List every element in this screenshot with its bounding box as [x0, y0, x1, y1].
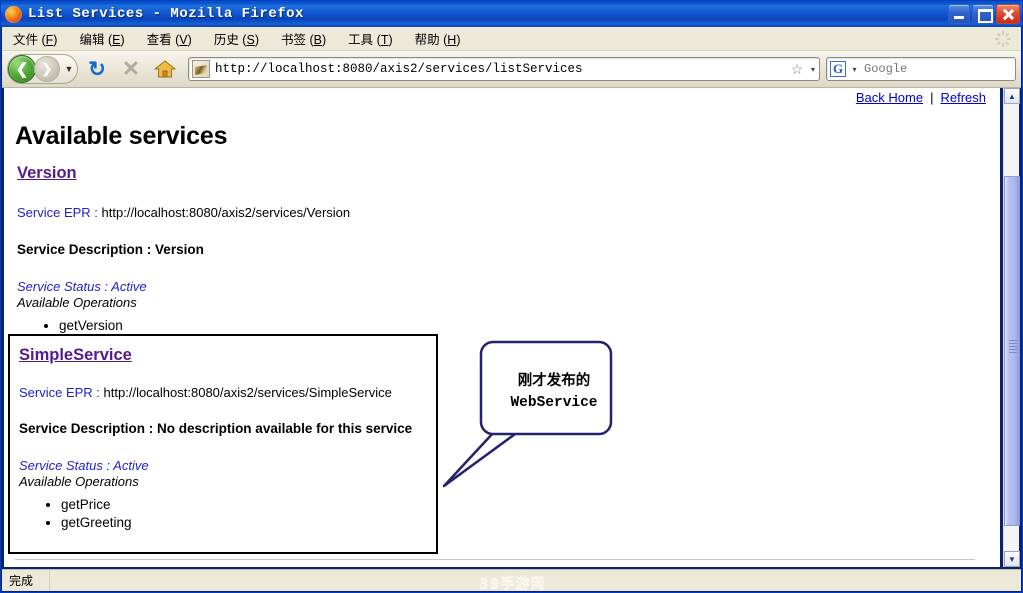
service-epr-simpleservice: Service EPR : http://localhost:8080/axis… [19, 385, 436, 400]
service-description-simpleservice: Service Description : No description ava… [19, 421, 413, 436]
page-favicon-icon [192, 60, 210, 78]
back-arrow-icon[interactable]: ❮ [8, 55, 36, 83]
status-text: 完成 [2, 570, 51, 591]
list-item: getVersion [59, 317, 617, 335]
search-bar[interactable]: G ▾ [826, 57, 1023, 81]
list-item: getGreeting [61, 514, 436, 532]
loading-throbber-icon [995, 30, 1011, 47]
menu-label: 文件 [13, 32, 39, 47]
menu-item-view[interactable]: 查看 (V) [136, 27, 203, 50]
url-input[interactable]: http://localhost:8080/axis2/services/lis… [215, 62, 787, 76]
maximize-button[interactable] [972, 4, 994, 24]
back-home-link[interactable]: Back Home [856, 90, 923, 105]
menu-label: 帮助 [414, 32, 440, 47]
chevron-down-icon[interactable]: ▾ [807, 65, 819, 74]
reload-icon[interactable]: ↻ [82, 54, 112, 84]
firefox-logo-icon [5, 5, 22, 23]
menu-item-bookmarks[interactable]: 书签 (B) [270, 27, 337, 50]
service-epr-label: Service EPR : [17, 205, 98, 220]
menu-accesskey: E [112, 33, 121, 47]
page-top-links: Back Home | Refresh [856, 90, 986, 105]
search-magnifier-icon[interactable] [1018, 60, 1023, 78]
stop-icon[interactable]: ✕ [116, 54, 146, 84]
menu-accesskey: H [447, 33, 457, 47]
service-epr-version: Service EPR : http://localhost:8080/axis… [17, 205, 617, 220]
watermark-text: 39手游网 [479, 576, 546, 592]
service-epr-url: http://localhost:8080/axis2/services/Sim… [103, 385, 392, 400]
menu-item-help[interactable]: 帮助 (H) [404, 27, 472, 50]
navigation-toolbar: ❮ ❯ ▼ ↻ ✕ http://localhost:8080/axis2/se… [2, 51, 1023, 88]
service-link-version[interactable]: Version [17, 164, 77, 183]
annotation-text: 刚才发布的 WebService [494, 370, 614, 414]
menu-accesskey: V [179, 33, 188, 47]
page-divider [15, 559, 975, 560]
menu-label: 查看 [146, 32, 172, 47]
available-operations-label-version: Available Operations [17, 295, 137, 310]
menu-accesskey: S [246, 33, 255, 47]
menu-accesskey: B [313, 33, 322, 47]
service-description-version: Service Description : Version [17, 242, 204, 257]
menu-label: 编辑 [79, 32, 105, 47]
close-button[interactable] [996, 4, 1020, 24]
service-status-simpleservice: Service Status : Active [19, 458, 149, 473]
service-status-version: Service Status : Active [17, 279, 147, 294]
annotation-line-1: 刚才发布的 [517, 373, 591, 389]
menu-item-tools[interactable]: 工具 (T) [337, 27, 403, 50]
annotation-callout: 刚才发布的 WebService [436, 338, 636, 498]
annotation-line-2: WebService [510, 395, 598, 411]
chevron-down-icon[interactable]: ▾ [849, 65, 860, 74]
menu-label: 工具 [348, 32, 374, 47]
home-icon[interactable] [150, 54, 180, 84]
operations-list-simpleservice: getPrice getGreeting [19, 496, 436, 532]
service-epr-label: Service EPR : [19, 385, 100, 400]
available-operations-label-simpleservice: Available Operations [19, 474, 139, 489]
scroll-down-arrow-icon[interactable]: ▼ [1004, 551, 1020, 567]
search-input[interactable] [860, 61, 1018, 77]
back-forward-group: ❮ ❯ ▼ [7, 54, 78, 84]
page-content: Back Home | Refresh Available services Ver… [4, 88, 1000, 567]
operations-list-version: getVersion [17, 317, 617, 335]
title-bar: List Services - Mozilla Firefox [1, 1, 1022, 27]
url-bar[interactable]: http://localhost:8080/axis2/services/lis… [188, 57, 820, 81]
google-engine-icon[interactable]: G [830, 61, 846, 77]
scroll-up-arrow-icon[interactable]: ▲ [1004, 88, 1020, 104]
menu-item-file[interactable]: 文件 (F) [2, 27, 68, 50]
service-block-simpleservice: SimpleService Service EPR : http://local… [8, 334, 438, 554]
menu-label: 历史 [213, 32, 239, 47]
link-separator: | [930, 90, 934, 105]
service-block-version: Version Service EPR : http://localhost:8… [17, 164, 617, 335]
status-bar: 完成 39手游网 [2, 569, 1021, 592]
refresh-link[interactable]: Refresh [940, 90, 986, 105]
scrollbar-thumb[interactable] [1004, 176, 1020, 526]
minimize-button[interactable] [948, 4, 970, 24]
menu-item-history[interactable]: 历史 (S) [203, 27, 270, 50]
forward-arrow-icon[interactable]: ❯ [34, 56, 60, 82]
browser-window: List Services - Mozilla Firefox 文件 (F) 编… [0, 0, 1023, 593]
window-title: List Services - Mozilla Firefox [28, 6, 304, 22]
page-title: Available services [15, 122, 228, 150]
menu-bar: 文件 (F) 编辑 (E) 查看 (V) 历史 (S) 书签 (B) 工具 (T… [2, 27, 1021, 51]
bookmark-star-icon[interactable]: ☆ [787, 61, 807, 78]
service-epr-url: http://localhost:8080/axis2/services/Ver… [101, 205, 351, 220]
menu-item-edit[interactable]: 编辑 (E) [68, 27, 135, 50]
list-item: getPrice [61, 496, 436, 514]
menu-accesskey: T [380, 33, 389, 47]
menu-accesskey: F [45, 33, 54, 47]
chevron-down-icon[interactable]: ▼ [64, 64, 74, 74]
vertical-scrollbar[interactable]: ▲ ▼ [1003, 88, 1020, 567]
service-link-simpleservice[interactable]: SimpleService [19, 346, 132, 365]
menu-label: 书签 [280, 32, 306, 47]
